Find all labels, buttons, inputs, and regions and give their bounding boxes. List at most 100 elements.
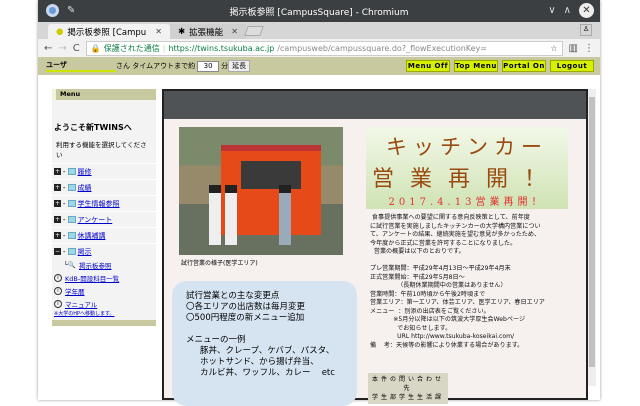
contact-line: 本件の問い合わせ先	[371, 376, 444, 392]
banner-line3: 2017.4.13営業再開！	[388, 197, 546, 208]
box-line: メニューの一例	[186, 335, 246, 345]
expand-icon[interactable]: +	[54, 168, 61, 175]
menu-off-button[interactable]: Menu Off	[406, 60, 450, 72]
minimize-icon[interactable]: ∨	[548, 5, 555, 16]
logout-button[interactable]: Logout	[550, 60, 594, 72]
nav-link[interactable]: 学生情報参照	[78, 199, 120, 209]
content-header	[164, 91, 586, 119]
box-line: 〇500円程度の新メニュー追加	[186, 313, 305, 323]
sidebar: Menu ようこそ新TWINSへ 利用する機能を選択してください + - 履修 + -…	[52, 89, 156, 326]
menu-line: 豚丼、クレープ、ケバブ、パスタ、	[200, 346, 335, 356]
tab-close-icon[interactable]: ✕	[155, 27, 162, 36]
nav-link[interactable]: アンケート	[78, 215, 113, 225]
link-calendar[interactable]: i 学年暦	[52, 284, 156, 297]
browser-window: ✎ 掲示板参照 [CampusSquare] - Chromium ∨ ∧ ✕ ● 掲…	[38, 0, 600, 406]
body-line: 備 考：天候等の影響により休業する場合があります。	[370, 341, 524, 349]
expand-icon[interactable]: +	[54, 200, 61, 207]
expand-icon[interactable]: +	[54, 232, 61, 239]
contact-line: 学生部学生生活課	[371, 394, 444, 401]
body-line: て、アンケートの結果、継続実施を望む意見が多かったため、	[370, 231, 541, 238]
scrollbar[interactable]	[588, 89, 596, 386]
menu-header: Menu	[52, 89, 156, 100]
sidebar-footer	[52, 320, 156, 326]
body-line: プレ営業期間：平成29年4月13日～平成29年4月末	[370, 265, 511, 272]
body-line: 今年度から正式に営業を許可することになりました。	[370, 239, 517, 247]
body-line	[370, 257, 582, 266]
san-label: さん	[116, 62, 130, 70]
menu-icon[interactable]: ⋮	[584, 43, 594, 54]
user-name: ユーザ	[46, 60, 116, 72]
expand-icon[interactable]: +	[54, 216, 61, 223]
maximize-icon[interactable]: ∧	[564, 5, 571, 16]
sidebar-item-survey[interactable]: + - アンケート	[52, 211, 156, 227]
extension-icon[interactable]: ▥	[569, 43, 578, 54]
title-bar: ✎ 掲示板参照 [CampusSquare] - Chromium ∨ ∧ ✕	[38, 0, 600, 22]
body-line: 営業エリア：第一エリア、体芸エリア、医学エリア、春日エリア	[370, 299, 545, 306]
nav-link[interactable]: 掲示板参照	[79, 260, 112, 270]
profile-icon[interactable]: ♙	[580, 24, 592, 36]
close-icon[interactable]: ✕	[579, 3, 594, 18]
collapse-icon[interactable]: −	[54, 248, 61, 255]
folder-icon	[67, 168, 76, 175]
link-manual[interactable]: i マニュアル	[52, 297, 156, 310]
address-bar[interactable]: 🔒 保護された通信 | https://twins.tsukuba.ac.jp/ca…	[85, 40, 563, 56]
window-title: 掲示板参照 [CampusSquare] - Chromium	[229, 7, 409, 18]
folder-icon	[67, 216, 76, 223]
nav-link[interactable]: 掲示	[78, 247, 92, 257]
photo-caption: 試行営業の様子(医学エリア)	[181, 260, 258, 267]
sidebar-item-registration[interactable]: + - 履修	[52, 163, 156, 179]
info-icon: i	[54, 286, 62, 295]
expand-icon[interactable]: +	[54, 184, 61, 191]
sidebar-item-cancellations[interactable]: + - 休講補講	[52, 227, 156, 243]
nav-link[interactable]: 学年暦	[65, 286, 85, 296]
body-line: でお知らせします。	[370, 324, 452, 332]
back-icon[interactable]: ←	[44, 43, 52, 54]
forward-icon[interactable]: →	[58, 43, 66, 54]
announcement-body: 食事提供事業への要望に関する意向反映策として、前年度 に試行営業を実施しましたキッ…	[370, 214, 582, 350]
nav-link[interactable]: 成績	[78, 183, 92, 193]
link-kdb[interactable]: i KdB-開設科目一覧	[52, 271, 156, 284]
changes-box: 試行営業との主な変更点 〇各エリアの出店数は毎月変更 〇500円程度の新メニュー追加…	[172, 281, 357, 406]
kitchen-car-banner: キッチンカー 営業再開！ 2017.4.13営業再開！	[366, 127, 568, 209]
page-header: ユーザ さん タイムアウトまで約 30 分 延長 Menu Off Top Me…	[38, 57, 600, 75]
folder-open-icon	[67, 248, 76, 255]
nav-link[interactable]: マニュアル	[65, 299, 97, 309]
nav-link[interactable]: 履修	[78, 167, 92, 177]
extend-button[interactable]: 延長	[228, 60, 251, 72]
lock-icon: 🔒	[90, 43, 101, 53]
sidebar-item-student-info[interactable]: + - 学生情報参照	[52, 195, 156, 211]
box-line	[186, 324, 357, 335]
tab-label: 掲示板参照 [Campu	[67, 27, 147, 38]
folder-icon	[67, 200, 76, 207]
favicon-icon: ●	[56, 26, 64, 37]
box-line: 試行営業との主な変更点	[186, 291, 280, 301]
search-icon: └🔍	[64, 261, 77, 269]
secure-label: 保護された通信	[103, 43, 160, 53]
box-line: 〇各エリアの出店数は毎月変更	[186, 302, 306, 312]
body-line: URL http://www.tsukuba-koseikai.com/	[370, 333, 515, 340]
puzzle-icon: ✱	[178, 26, 186, 37]
portal-on-button[interactable]: Portal On	[502, 60, 546, 72]
minutes-label: 分	[221, 62, 229, 70]
banner-line1: キッチンカー	[386, 135, 548, 159]
contact-box: 本件の問い合わせ先学生部学生生活課	[368, 373, 448, 404]
body-line: ※5月分以降は以下の筑波大学厚生会Webページ	[370, 316, 526, 323]
nav-link[interactable]: KdB-開設科目一覧	[65, 273, 119, 283]
page-content: Menu ようこそ新TWINSへ 利用する機能を選択してください + - 履修 + -…	[38, 75, 600, 406]
star-icon[interactable]: ☆	[550, 44, 557, 53]
url-host: https://twins.tsukuba.ac.jp	[168, 43, 275, 53]
tab-close-icon[interactable]: ✕	[231, 27, 238, 36]
nav-link[interactable]: 休講補講	[78, 231, 106, 241]
top-menu-button[interactable]: Top Menu	[454, 60, 498, 72]
sidebar-item-grades[interactable]: + - 成績	[52, 179, 156, 195]
sidebar-subitem-bulletin-view[interactable]: └🔍 掲示板参照	[52, 259, 156, 271]
scrollbar-thumb[interactable]	[589, 97, 595, 367]
pin-icon[interactable]: ✎	[67, 5, 75, 16]
new-tab-button[interactable]	[244, 26, 264, 36]
sidebar-item-bulletin[interactable]: − - 掲示	[52, 243, 156, 259]
tab-bulletin[interactable]: ● 掲示板参照 [Campu ✕	[48, 24, 170, 39]
body-line: メニュー ：別添の出店表をご覧ください。	[370, 307, 490, 315]
tab-extensions[interactable]: ✱ 拡張機能 ✕	[170, 24, 246, 39]
body-line: 営業時間：午前10時頃から午後2時頃まで	[370, 290, 486, 298]
reload-icon[interactable]: C	[73, 43, 80, 54]
